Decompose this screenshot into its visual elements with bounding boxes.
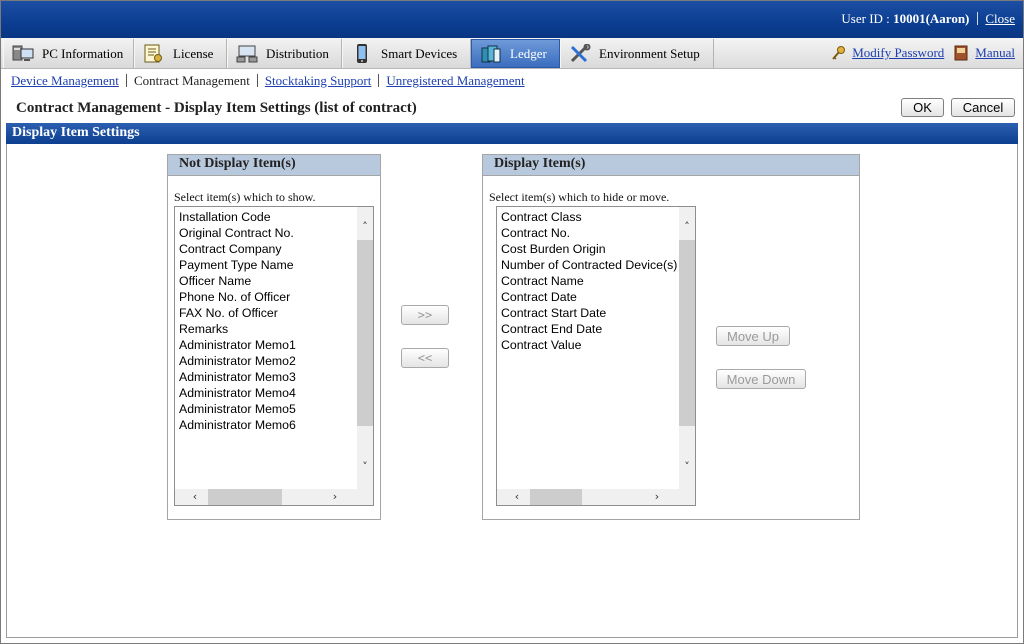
subnav-device-management[interactable]: Device Management — [11, 73, 119, 88]
top-header: User ID : 10001(Aaron) Close — [1, 1, 1023, 38]
display-items: Contract Class Contract No. Cost Burden Or… — [501, 209, 677, 353]
distribution-icon — [236, 44, 258, 64]
manual-link[interactable]: Manual — [975, 45, 1015, 61]
user-id-value: 10001(Aaron) — [893, 11, 970, 26]
settings-content: Not Display Item(s) Select item(s) which… — [6, 144, 1018, 638]
pc-icon — [12, 44, 34, 64]
scroll-right-icon[interactable]: › — [327, 489, 343, 505]
add-to-display-button[interactable]: >> — [401, 305, 449, 325]
vertical-scrollbar[interactable]: ˄ ˅ — [357, 207, 373, 491]
list-item[interactable]: Contract Start Date — [501, 305, 677, 321]
tab-distribution[interactable]: Distribution — [227, 39, 342, 68]
list-item[interactable]: Contract Company — [179, 241, 296, 257]
tab-smart-devices[interactable]: Smart Devices — [342, 39, 471, 68]
list-item[interactable]: Remarks — [179, 321, 296, 337]
list-item[interactable]: Administrator Memo3 — [179, 369, 296, 385]
list-item[interactable]: Contract Date — [501, 289, 677, 305]
move-down-button[interactable]: Move Down — [716, 369, 806, 389]
scroll-thumb[interactable] — [679, 240, 695, 426]
display-panel: Display Item(s) Select item(s) which to … — [482, 154, 860, 520]
not-display-hint: Select item(s) which to show. — [174, 190, 316, 204]
not-display-heading: Not Display Item(s) — [168, 155, 380, 176]
scroll-thumb[interactable] — [530, 489, 582, 505]
display-listbox[interactable]: Contract Class Contract No. Cost Burden Or… — [496, 206, 696, 506]
tab-label: License — [173, 45, 214, 61]
user-info: User ID : 10001(Aaron) Close — [841, 11, 1015, 27]
section-header: Display Item Settings — [6, 123, 1018, 144]
manual-book-icon — [954, 45, 969, 61]
list-item[interactable]: Payment Type Name — [179, 257, 296, 273]
list-item[interactable]: Contract Class — [501, 209, 677, 225]
page-title: Contract Management - Display Item Setti… — [16, 100, 417, 116]
tab-label: Smart Devices — [381, 45, 458, 61]
list-item[interactable]: Contract Name — [501, 273, 677, 289]
tab-pc-information[interactable]: PC Information — [3, 39, 134, 68]
close-link[interactable]: Close — [985, 11, 1015, 26]
main-tab-bar: PC Information License Distribution Smar… — [1, 38, 1023, 69]
list-item[interactable]: FAX No. of Officer — [179, 305, 296, 321]
scroll-corner — [357, 489, 373, 505]
vertical-scrollbar[interactable]: ˄ ˅ — [679, 207, 695, 491]
horizontal-scrollbar[interactable]: ‹ › — [497, 489, 681, 505]
scroll-thumb[interactable] — [208, 489, 282, 505]
list-item[interactable]: Administrator Memo2 — [179, 353, 296, 369]
not-display-items: Installation Code Original Contract No. Co… — [179, 209, 296, 433]
tab-label: PC Information — [42, 45, 124, 61]
cancel-button[interactable]: Cancel — [951, 98, 1015, 117]
remove-from-display-button[interactable]: << — [401, 348, 449, 368]
list-item[interactable]: Administrator Memo1 — [179, 337, 296, 353]
key-icon — [831, 45, 846, 61]
display-heading: Display Item(s) — [483, 155, 859, 176]
divider — [256, 74, 258, 87]
top-links: Modify Password Manual — [831, 45, 1015, 61]
modify-password-link[interactable]: Modify Password — [852, 45, 944, 61]
list-item[interactable]: Administrator Memo4 — [179, 385, 296, 401]
scroll-down-icon[interactable]: ˅ — [357, 459, 373, 475]
list-item[interactable]: Cost Burden Origin — [501, 241, 677, 257]
list-item[interactable]: Administrator Memo5 — [179, 401, 296, 417]
tab-label: Ledger — [510, 45, 547, 61]
ledger-book-icon — [480, 44, 502, 64]
ok-button[interactable]: OK — [901, 98, 944, 117]
scroll-right-icon[interactable]: › — [649, 489, 665, 505]
display-hint: Select item(s) which to hide or move. — [489, 190, 670, 204]
smartphone-icon — [351, 43, 373, 64]
move-up-button[interactable]: Move Up — [716, 326, 790, 346]
scroll-left-icon[interactable]: ‹ — [509, 489, 525, 505]
scroll-down-icon[interactable]: ˅ — [679, 459, 695, 475]
tools-icon — [569, 43, 591, 64]
divider — [977, 12, 979, 25]
list-item[interactable]: Contract No. — [501, 225, 677, 241]
scroll-left-icon[interactable]: ‹ — [187, 489, 203, 505]
subnav-contract-management: Contract Management — [133, 73, 250, 88]
scroll-corner — [679, 489, 695, 505]
tab-ledger[interactable]: Ledger — [471, 39, 560, 68]
tab-license[interactable]: License — [134, 39, 227, 68]
scroll-thumb[interactable] — [357, 240, 373, 426]
user-id-label: User ID : — [841, 11, 894, 26]
license-icon — [143, 44, 165, 64]
tab-label: Distribution — [266, 45, 329, 61]
tab-environment-setup[interactable]: Environment Setup — [560, 39, 714, 68]
list-item[interactable]: Contract Value — [501, 337, 677, 353]
subnav-stocktaking-support[interactable]: Stocktaking Support — [265, 73, 372, 88]
list-item[interactable]: Contract End Date — [501, 321, 677, 337]
list-item[interactable]: Officer Name — [179, 273, 296, 289]
sub-navigation: Device Management Contract Management Stoc… — [11, 73, 525, 89]
list-item[interactable]: Phone No. of Officer — [179, 289, 296, 305]
list-item[interactable]: Installation Code — [179, 209, 296, 225]
divider — [378, 74, 380, 87]
scroll-up-icon[interactable]: ˄ — [679, 219, 695, 235]
divider — [125, 74, 127, 87]
list-item[interactable]: Administrator Memo6 — [179, 417, 296, 433]
list-item[interactable]: Number of Contracted Device(s) — [501, 257, 677, 273]
scroll-up-icon[interactable]: ˄ — [357, 219, 373, 235]
not-display-listbox[interactable]: Installation Code Original Contract No. Co… — [174, 206, 374, 506]
not-display-panel: Not Display Item(s) Select item(s) which… — [167, 154, 381, 520]
horizontal-scrollbar[interactable]: ‹ › — [175, 489, 359, 505]
list-item[interactable]: Original Contract No. — [179, 225, 296, 241]
subnav-unregistered-management[interactable]: Unregistered Management — [386, 73, 524, 88]
application-window: User ID : 10001(Aaron) Close PC Informati… — [0, 0, 1024, 644]
tab-label: Environment Setup — [599, 45, 700, 61]
